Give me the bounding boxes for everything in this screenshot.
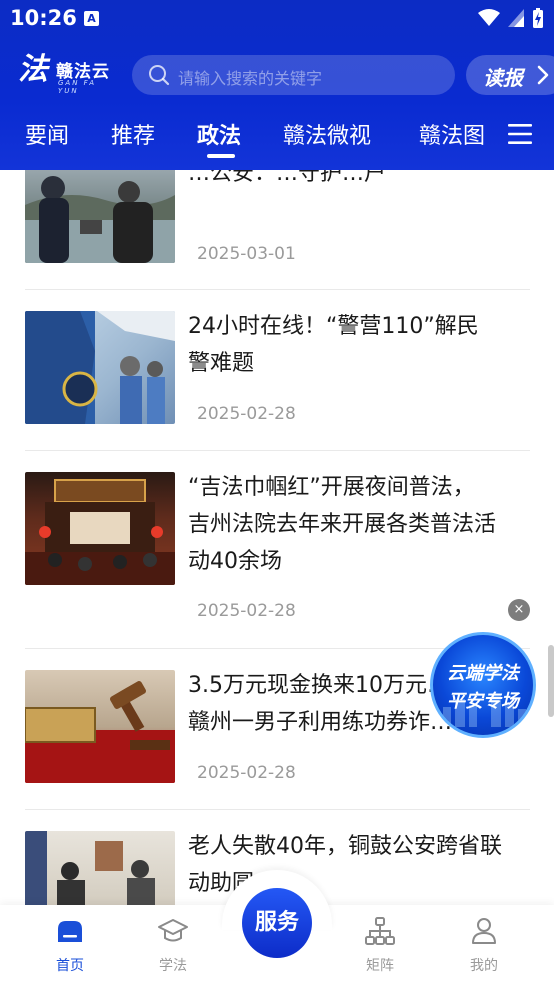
news-title-line: “吉法巾帼红”开展夜间普法， (188, 475, 475, 500)
chevron-right-icon (537, 65, 549, 85)
status-time: 10:26 (10, 6, 77, 30)
news-title-line: 24小时在线！“警营110”解民 (188, 314, 479, 339)
nav-matrix-label: 矩阵 (366, 958, 394, 974)
news-title-line: 动40余场 (188, 549, 282, 574)
wifi-icon (478, 9, 500, 26)
news-date: 2025-03-01 (197, 244, 296, 264)
news-date: 2025-02-28 (197, 763, 296, 783)
news-title-line: 吉州法院去年来开展各类普法活 (188, 512, 497, 537)
nav-study[interactable]: 学法 (133, 915, 213, 975)
news-date: 2025-02-28 (197, 404, 296, 424)
news-title-line: …公安：…守护…户 (188, 170, 387, 186)
top-header: 10:26 A 法 赣法云 GAN FA YUN 请输入搜索的关键字 读报 要闻… (0, 0, 554, 170)
news-date: 2025-02-28 (197, 601, 296, 621)
scrollbar[interactable] (548, 645, 554, 717)
news-thumbnail-art (25, 311, 175, 424)
battery-charging-icon (533, 8, 543, 28)
nav-home[interactable]: 首页 (30, 915, 110, 975)
news-title: …公安：…守护…户 (188, 170, 533, 192)
tab-ganfa-pictures[interactable]: 赣法图 (419, 118, 485, 150)
menu-icon[interactable] (508, 123, 532, 145)
search-bar[interactable]: 请输入搜索的关键字 (132, 55, 455, 95)
tab-recommended[interactable]: 推荐 (111, 118, 155, 150)
service-button[interactable]: 服务 (242, 888, 312, 958)
read-paper-label: 读报 (483, 66, 523, 90)
news-thumbnail (25, 831, 175, 905)
app-logo: 法 赣法云 GAN FA YUN (18, 52, 120, 96)
read-paper-button[interactable]: 读报 (466, 55, 554, 95)
home-icon (58, 921, 82, 942)
nav-mine-label: 我的 (470, 958, 498, 974)
news-title: “吉法巾帼红”开展夜间普法， 吉州法院去年来开展各类普法活 动40余场 (188, 469, 533, 580)
news-thumbnail-art (25, 176, 175, 263)
news-thumbnail (25, 670, 175, 783)
active-tab-indicator (207, 154, 235, 158)
tab-politics-law[interactable]: 政法 (197, 118, 241, 150)
graduation-cap-icon (158, 919, 188, 942)
signal-icon (508, 9, 524, 27)
divider (25, 289, 530, 290)
news-feed[interactable]: …公安：…守护…户 2025-03-01 24小时在线！“警营110”解民 警难… (0, 170, 554, 905)
promo-title-line2: 平安专场 (447, 691, 519, 712)
app-screen: 10:26 A 法 赣法云 GAN FA YUN 请输入搜索的关键字 读报 要闻… (0, 0, 554, 985)
news-thumbnail-art (25, 831, 155, 905)
logo-subtitle: GAN FA YUN (58, 79, 97, 95)
notification-app-icon: A (84, 11, 99, 26)
org-chart-icon (365, 917, 395, 945)
nav-matrix[interactable]: 矩阵 (340, 915, 420, 975)
news-thumbnail (25, 311, 175, 424)
nav-home-label: 首页 (56, 958, 84, 974)
search-icon (149, 65, 170, 86)
logo-mark: 法 (18, 52, 48, 87)
status-icons (478, 8, 544, 28)
promo-close-button[interactable]: × (508, 599, 530, 621)
search-placeholder: 请输入搜索的关键字 (178, 69, 323, 88)
promo-floating-badge[interactable]: 云端学法 平安专场 (430, 632, 536, 738)
divider (25, 450, 530, 451)
tab-ganfa-video[interactable]: 赣法微视 (283, 118, 371, 150)
nav-study-label: 学法 (159, 958, 187, 974)
news-thumbnail-art (25, 479, 175, 585)
news-title-line: 警难题 (188, 351, 255, 376)
channel-tabs: 要闻 推荐 政法 赣法微视 赣法图 (0, 112, 554, 162)
nav-mine[interactable]: 我的 (444, 915, 524, 975)
user-icon (472, 918, 496, 944)
news-title-line: 老人失散40年，铜鼓公安跨省联 (188, 834, 502, 859)
promo-title-line1: 云端学法 (447, 663, 519, 684)
news-title: 24小时在线！“警营110”解民 警难题 (188, 308, 533, 382)
divider (25, 809, 530, 810)
news-thumbnail-art (25, 681, 175, 783)
status-bar: 10:26 A (0, 0, 554, 38)
news-thumbnail (25, 170, 175, 263)
tab-headlines[interactable]: 要闻 (25, 118, 69, 150)
news-thumbnail (25, 472, 175, 585)
